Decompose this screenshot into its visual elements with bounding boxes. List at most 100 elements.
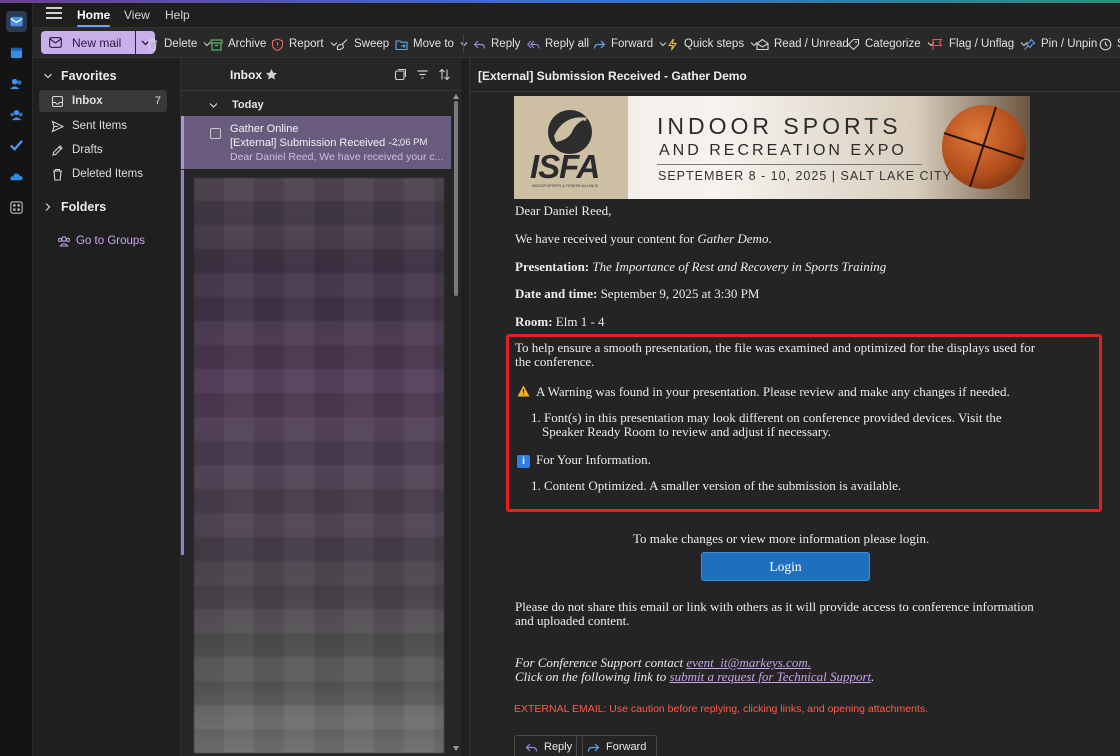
select-icon[interactable] [394, 68, 407, 81]
report-label: Report [289, 38, 324, 50]
received-line: We have received your content for Gather… [515, 232, 772, 246]
pencil-icon [52, 144, 63, 156]
tech-support-line: Click on the following link to submit a … [515, 670, 874, 684]
room-value: Elm 1 - 4 [555, 314, 605, 329]
forward-icon [593, 40, 606, 49]
todo-app-icon[interactable] [6, 135, 27, 156]
go-to-groups-link[interactable]: Go to Groups [57, 234, 145, 248]
message-checkbox[interactable] [210, 128, 221, 139]
folders-header[interactable]: Folders [43, 200, 106, 214]
scroll-down-icon[interactable] [453, 746, 459, 751]
quick-steps-label: Quick steps [684, 38, 745, 50]
tab-view[interactable]: View [124, 8, 150, 22]
report-button[interactable]: Report [271, 35, 338, 53]
folder-inbox[interactable]: Inbox 7 [39, 90, 167, 112]
sweep-button[interactable]: Sweep [336, 35, 389, 53]
basketball-image [942, 105, 1026, 189]
reply-button[interactable]: Reply [473, 35, 520, 53]
email-subject: [External] Submission Received - Gather … [478, 69, 747, 83]
tech-support-link[interactable]: submit a request for Technical Support [670, 669, 872, 684]
banner-subtitle: AND RECREATION EXPO [659, 142, 907, 159]
categorize-label: Categorize [865, 38, 921, 50]
flag-unflag-button[interactable]: Flag / Unflag [931, 35, 1028, 53]
group-header-today[interactable]: Today [181, 94, 451, 116]
read-unread-button[interactable]: Read / Unread [756, 35, 849, 53]
chevron-down-icon [44, 73, 52, 79]
archive-button[interactable]: Archive [210, 35, 266, 53]
clock-icon [1099, 38, 1112, 50]
hamburger-menu-icon[interactable] [46, 7, 62, 21]
inbox-icon [51, 95, 64, 107]
footer-reply-button[interactable]: Reply [514, 735, 584, 756]
warning-line: A Warning was found in your presentation… [517, 385, 1010, 399]
reply-label: Reply [491, 38, 521, 50]
presentation-line: Presentation: The Importance of Rest and… [515, 260, 886, 274]
trash-icon [148, 38, 157, 51]
message-item-selected[interactable]: Gather Online [External] Submission Rece… [181, 116, 451, 169]
quick-steps-button[interactable]: Quick steps [666, 35, 758, 53]
mail-app-icon[interactable] [6, 11, 27, 32]
lightning-icon [667, 38, 678, 50]
share-warning-line1: Please do not share this email or link w… [515, 599, 1034, 614]
delete-button[interactable]: Delete [146, 35, 211, 53]
tab-help[interactable]: Help [165, 8, 190, 22]
message-list-scrollbar[interactable] [454, 101, 458, 296]
reply-all-button[interactable]: Reply all [527, 35, 589, 53]
warning-text: A Warning was found in your presentation… [536, 384, 1010, 399]
delete-label: Delete [164, 38, 198, 50]
chevron-down-icon [209, 102, 218, 108]
info-item-number: 1. [531, 478, 541, 493]
filter-icon[interactable] [416, 68, 429, 81]
tab-home[interactable]: Home [77, 8, 111, 27]
folder-move-icon [395, 39, 408, 50]
favorite-star-icon[interactable] [265, 68, 278, 81]
folder-deleted-items[interactable]: Deleted Items [39, 163, 167, 185]
flag-icon [932, 38, 943, 50]
email-greeting: Dear Daniel Reed, [515, 203, 612, 218]
folders-label: Folders [61, 200, 107, 214]
new-mail-button[interactable]: New mail [41, 31, 135, 54]
groups-app-icon[interactable] [6, 104, 27, 125]
warning-item-line1: Font(s) in this presentation may look di… [544, 410, 1002, 425]
move-to-label: Move to [413, 38, 454, 50]
read-unread-label: Read / Unread [774, 38, 849, 50]
folder-sent-items[interactable]: Sent Items [39, 115, 167, 137]
calendar-app-icon[interactable] [6, 42, 27, 63]
sweep-label: Sweep [354, 38, 390, 50]
snooze-button[interactable]: S [1099, 35, 1120, 53]
login-button[interactable]: Login [701, 552, 870, 581]
groups-icon [57, 236, 71, 247]
sort-icon[interactable] [438, 68, 451, 81]
favorites-header[interactable]: Favorites [43, 69, 117, 83]
datetime-value: September 9, 2025 at 3:30 PM [600, 286, 760, 301]
footer-reply-label: Reply [544, 741, 573, 753]
app-rail [0, 3, 33, 756]
ribbon-toolbar: New mail Delete Archive Report Sweep Mov… [33, 27, 1120, 58]
message-list-header: Inbox [181, 58, 462, 91]
warning-item: 1. Font(s) in this presentation may look… [531, 411, 1002, 425]
envelope-open-icon [756, 38, 769, 50]
folder-drafts[interactable]: Drafts [39, 139, 167, 161]
archive-icon [210, 38, 223, 51]
message-sender: Gather Online [230, 123, 299, 135]
subject-divider [470, 91, 1120, 92]
tag-icon [847, 38, 860, 50]
footer-forward-button[interactable]: Forward [576, 735, 658, 756]
forward-label: Forward [611, 38, 654, 50]
tech-support-prefix: Click on the following link to [515, 669, 670, 684]
tech-support-suffix: . [871, 669, 875, 684]
scroll-up-icon[interactable] [453, 94, 459, 99]
pin-unpin-button[interactable]: Pin / Unpin [1023, 35, 1097, 53]
categorize-button[interactable]: Categorize [847, 35, 935, 53]
more-apps-icon[interactable] [6, 197, 27, 218]
people-app-icon[interactable] [6, 73, 27, 94]
warning-item-number: 1. [531, 410, 541, 425]
onedrive-app-icon[interactable] [6, 166, 27, 187]
reply-icon [473, 40, 486, 49]
support-email-link[interactable]: event_it@markeys.com. [686, 655, 811, 670]
forward-button[interactable]: Forward [593, 35, 667, 53]
move-to-button[interactable]: Move to [395, 35, 468, 53]
received-event: Gather Demo [697, 231, 769, 246]
presentation-label: Presentation: [515, 259, 590, 274]
mail-icon [49, 37, 62, 48]
